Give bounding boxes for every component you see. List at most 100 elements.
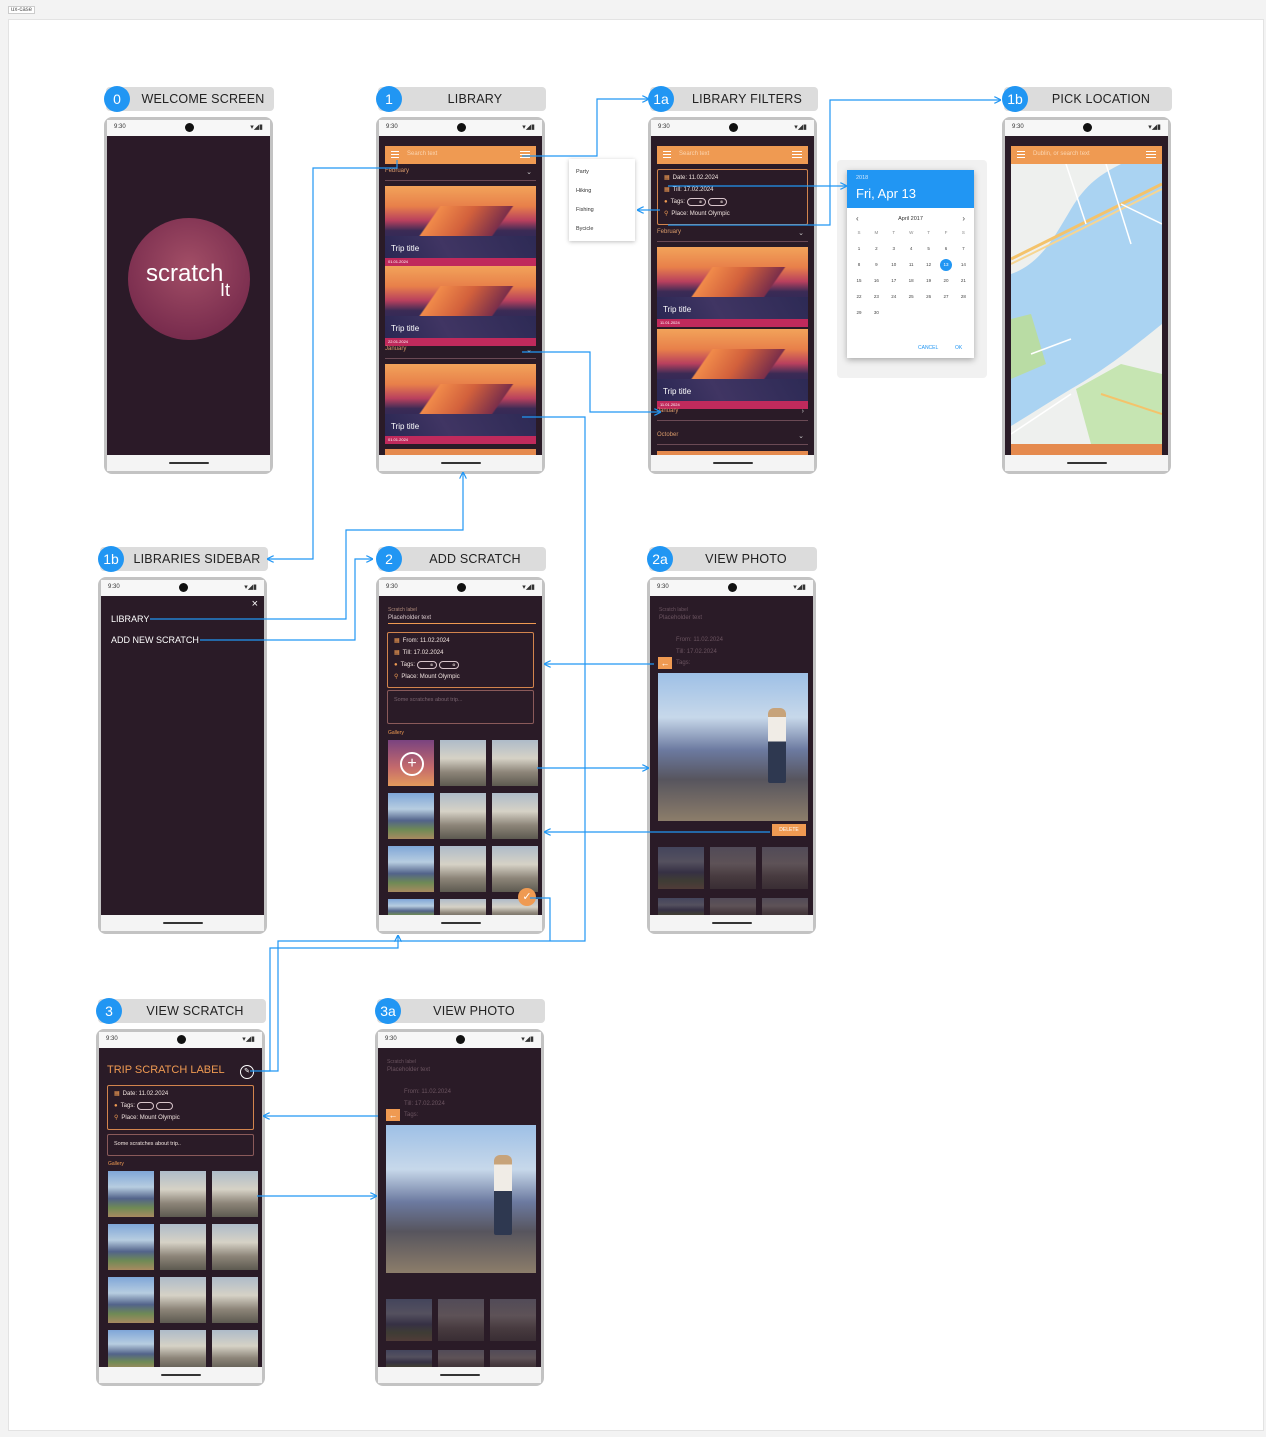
search-app-bar[interactable]: Search text <box>657 146 808 164</box>
search-app-bar[interactable]: Dublin, or search text <box>1011 146 1162 164</box>
next-month-icon[interactable]: › <box>962 214 965 223</box>
add-photo-button[interactable]: + <box>388 740 434 786</box>
gallery-thumbnail[interactable] <box>388 899 434 915</box>
gallery-thumbnail[interactable] <box>388 793 434 839</box>
gallery-thumbnail[interactable] <box>108 1171 154 1217</box>
gallery-thumbnail[interactable] <box>388 846 434 892</box>
tag-chip[interactable]: ⊗ <box>686 198 707 206</box>
calendar-day[interactable]: 2 <box>870 243 882 255</box>
gallery-thumbnail[interactable] <box>212 1171 258 1217</box>
from-date-field[interactable]: ▦ From: 11.02.2024 <box>394 637 450 644</box>
gallery-thumbnail[interactable] <box>160 1224 206 1270</box>
calendar-day[interactable]: 3 <box>888 243 900 255</box>
back-arrow-icon[interactable]: ← <box>386 1109 400 1121</box>
menu-item-party[interactable]: Party <box>576 169 589 175</box>
chevron-down-icon[interactable]: ⌄ <box>798 432 804 440</box>
menu-icon[interactable] <box>663 151 671 158</box>
chevron-down-icon[interactable]: ⌄ <box>526 168 532 176</box>
trip-card[interactable]: Trip title 22.01.2024 <box>385 266 536 348</box>
sidebar-item-add-new-scratch[interactable]: ADD NEW SCRATCH <box>111 635 199 645</box>
calendar-day[interactable]: 22 <box>853 291 865 303</box>
cancel-button[interactable]: CANCEL <box>918 345 938 351</box>
scratch-label-input[interactable]: Placeholder text <box>388 615 536 624</box>
calendar-day[interactable]: 10 <box>888 259 900 271</box>
calendar-day[interactable]: 11 <box>905 259 917 271</box>
filter-date[interactable]: ▦ Date: 11.02.2024 <box>664 174 718 181</box>
save-check-button[interactable]: ✓ <box>518 888 536 906</box>
section-header-january[interactable]: January › <box>657 408 808 421</box>
calendar-day[interactable]: 27 <box>940 291 952 303</box>
menu-item-fishing[interactable]: Fishing <box>576 207 594 213</box>
calendar-day[interactable]: 28 <box>957 291 969 303</box>
sidebar-item-library[interactable]: LIBRARY <box>111 614 149 624</box>
close-icon[interactable]: × <box>252 598 258 610</box>
menu-item-hiking[interactable]: Hiking <box>576 188 591 194</box>
tag-chip[interactable]: ⊗ <box>439 661 460 669</box>
gallery-thumbnail[interactable] <box>212 1224 258 1270</box>
calendar-day[interactable]: 4 <box>905 243 917 255</box>
chevron-down-icon[interactable]: ⌄ <box>526 346 532 354</box>
gallery-thumbnail[interactable] <box>212 1330 258 1367</box>
gallery-thumbnail[interactable] <box>212 1277 258 1323</box>
calendar-day[interactable]: 6 <box>940 243 952 255</box>
calendar-day[interactable]: 24 <box>888 291 900 303</box>
calendar-day[interactable]: 17 <box>888 275 900 287</box>
trip-card[interactable]: Trip title 11.01.2024 <box>657 247 808 329</box>
till-date-field[interactable]: ▦ Till: 17.02.2024 <box>394 649 443 656</box>
calendar-day[interactable]: 16 <box>870 275 882 287</box>
filter-tags[interactable]: ● Tags: ⊗ ⊗ <box>664 198 728 206</box>
gallery-thumbnail[interactable] <box>440 793 486 839</box>
section-header-october[interactable]: October ⌄ <box>657 432 808 445</box>
calendar-day[interactable]: 15 <box>853 275 865 287</box>
calendar-day[interactable]: 5 <box>923 243 935 255</box>
filter-till[interactable]: ▦ Till: 17.02.2024 <box>664 186 713 193</box>
gallery-thumbnail[interactable] <box>440 740 486 786</box>
search-input[interactable]: Search text <box>679 151 709 157</box>
calendar-day[interactable]: 14 <box>957 259 969 271</box>
section-header-february[interactable]: February ⌄ <box>657 229 808 242</box>
tag-chip[interactable]: ⊗ <box>416 661 438 669</box>
tag-chip[interactable]: ⊗ <box>708 198 728 206</box>
location-search-input[interactable]: Dublin, or search text <box>1033 151 1090 157</box>
chevron-down-icon[interactable]: ⌄ <box>798 229 804 237</box>
calendar-day[interactable]: 25 <box>905 291 917 303</box>
gallery-thumbnail[interactable] <box>160 1277 206 1323</box>
calendar-day[interactable]: 13 <box>940 259 952 271</box>
section-header-january[interactable]: January ⌄ <box>385 346 536 359</box>
filter-icon[interactable] <box>520 151 530 158</box>
back-arrow-icon[interactable]: ← <box>658 657 672 669</box>
gallery-thumbnail[interactable] <box>108 1330 154 1367</box>
calendar-day[interactable]: 8 <box>853 259 865 271</box>
calendar-day[interactable]: 19 <box>923 275 935 287</box>
gallery-thumbnail[interactable] <box>440 899 486 915</box>
edit-pencil-icon[interactable]: ✎ <box>240 1065 254 1079</box>
gallery-thumbnail[interactable] <box>160 1330 206 1367</box>
calendar-day[interactable]: 23 <box>870 291 882 303</box>
chevron-right-icon[interactable]: › <box>802 408 804 415</box>
calendar-day[interactable]: 7 <box>957 243 969 255</box>
calendar-day[interactable]: 1 <box>853 243 865 255</box>
calendar-day[interactable]: 29 <box>853 307 865 319</box>
calendar-day[interactable]: 30 <box>870 307 882 319</box>
filter-place[interactable]: ⚲ Place: Mount Olympic <box>664 210 730 217</box>
tags-field[interactable]: ● Tags: ⊗ ⊗ <box>394 661 460 669</box>
map-view[interactable] <box>1011 164 1162 444</box>
trip-card[interactable]: Trip title 01.01.2024 <box>385 364 536 446</box>
trip-card[interactable]: Trip title 01.01.2024 <box>385 186 536 268</box>
menu-icon[interactable] <box>391 151 399 158</box>
search-app-bar[interactable]: Search text <box>385 146 536 164</box>
calendar-day[interactable]: 12 <box>923 259 935 271</box>
date-picker-year[interactable]: 2018 <box>856 175 868 181</box>
gallery-thumbnail[interactable] <box>492 793 538 839</box>
search-input[interactable]: Search text <box>407 151 437 157</box>
filter-icon[interactable] <box>1146 151 1156 158</box>
section-header-february[interactable]: February ⌄ <box>385 168 536 181</box>
menu-icon[interactable] <box>1017 151 1025 158</box>
gallery-thumbnail[interactable] <box>108 1224 154 1270</box>
notes-textarea[interactable]: Some scratches about trip... <box>387 690 534 724</box>
calendar-day[interactable]: 26 <box>923 291 935 303</box>
menu-item-bycicle[interactable]: Bycicle <box>576 226 593 232</box>
ok-button[interactable]: OK <box>955 345 962 351</box>
filter-icon[interactable] <box>792 151 802 158</box>
trip-card[interactable]: Trip title 11.01.2024 <box>657 329 808 411</box>
